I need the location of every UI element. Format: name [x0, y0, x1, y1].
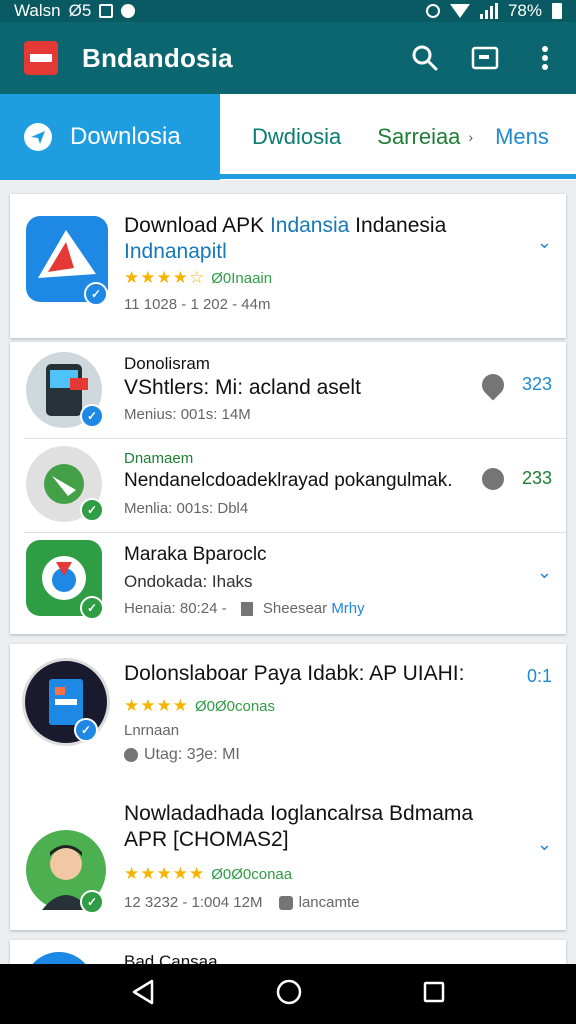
app-list-card: ✓ Donolisram VShtlers: Mi: acland aselt … [10, 342, 566, 634]
meta-text: Utag: 3Ȝe: MI [144, 746, 240, 763]
rating-text: Ø0Ø0conaa [211, 866, 293, 883]
rating-stars: ★★★★ Ø0Ø0conas [124, 696, 275, 716]
app-title: VShtlers: Mi: acland aselt [124, 376, 361, 399]
download-count: 233 [521, 468, 552, 488]
app-bar: Bndandosia [0, 22, 576, 94]
back-icon[interactable] [130, 978, 156, 1011]
file-icon [240, 602, 253, 617]
pin-icon [477, 369, 509, 401]
app-meta: 12 3232 - 1:004 12M lancamte [124, 894, 359, 911]
rating-stars: ★★★★★ Ø0Ø0conaa [124, 864, 292, 884]
location-icon [278, 896, 293, 911]
rating-text: Ø0Inaain [211, 270, 273, 287]
carrier-label: Walsn [14, 1, 61, 20]
tab-bar: Downlosia Dwdiosia Sarreiaa › Mens [0, 94, 576, 180]
battery-label: 78% [507, 1, 542, 20]
meta-link[interactable]: Mrhy [331, 600, 364, 617]
subtitle-text: Ondokada: Ihaks [124, 572, 253, 591]
count-value: 0:1 [526, 666, 552, 686]
tab-second[interactable]: Dwdiosia [252, 94, 341, 180]
rating-text: Ø0Ø0conas [194, 698, 276, 715]
verified-icon: ✓ [80, 890, 104, 914]
meta-text: lancamte [298, 894, 360, 911]
lock-icon [482, 468, 504, 490]
app-category: Donolisram [124, 354, 210, 373]
title-highlight: Indansia [269, 214, 350, 237]
app-meta: Menlia: 001s: Dbl4 [124, 500, 249, 517]
meta-text: 12 3232 - 1:004 12M [124, 894, 263, 911]
chevron-down-icon[interactable]: ⌄ [537, 834, 552, 855]
stars-glyphs: ★★★★ [124, 696, 189, 715]
wifi-icon [449, 4, 470, 18]
app-title: Dolonslaboar Paya Idabk: AP UIAHI: [124, 662, 465, 685]
title-part: Indanesia [349, 214, 447, 237]
stars-glyphs: ★★★★☆ [124, 268, 206, 287]
app-list-card: ✓ Dolonslaboar Paya Idabk: AP UIAHI: ★★★… [10, 644, 566, 930]
rating-stars: ★★★★☆ Ø0Inaain [124, 268, 272, 288]
app-meta: Menius: 001s: 14M [124, 406, 251, 423]
list-item[interactable]: ✓ Dolonslaboar Paya Idabk: AP UIAHI: ★★★… [10, 644, 566, 786]
tab-label: Mens [495, 124, 549, 149]
status-extra: Ø5 [68, 1, 92, 20]
meta-text: Sheesear [262, 600, 328, 617]
download-count: 323 [521, 374, 552, 394]
app-title: Maraka Bparoclc [124, 544, 267, 565]
app-title: Download APK Indansia Indanesia [124, 214, 446, 238]
app-category: Dnamaem [124, 450, 194, 467]
list-item[interactable]: ✓ Dnamaem Nendanelcdoadeklrayad pokangul… [10, 438, 566, 532]
list-item[interactable]: ✓ Donolisram VShtlers: Mi: acland aselt … [10, 342, 566, 438]
verified-icon: ✓ [80, 404, 104, 428]
tab-third[interactable]: Sarreiaa › [377, 94, 473, 180]
more-vert-icon[interactable] [530, 43, 560, 73]
home-icon[interactable] [275, 978, 303, 1011]
featured-app-card[interactable]: ✓ Download APK Indansia Indanesia Indnan… [10, 194, 566, 338]
list-item[interactable]: ✓ Maraka Bparoclc Ondokada: Ihaks Henaia… [10, 532, 566, 634]
search-icon[interactable] [410, 43, 440, 73]
chevron-down-icon[interactable]: ⌄ [537, 232, 552, 253]
signal-icon [479, 3, 498, 19]
verified-icon: ✓ [80, 596, 104, 620]
plane-icon [24, 123, 52, 151]
app-title: Nowladadhada Ioglancalrsa Bdmama [124, 802, 474, 825]
app-subtitle: Indnanapitl [124, 240, 227, 263]
tab-fourth[interactable]: Mens [495, 94, 549, 180]
app-title-line2: APR [CHOMAS2] [124, 828, 289, 851]
recents-icon[interactable] [422, 980, 446, 1009]
chevron-down-icon[interactable]: ⌄ [537, 562, 552, 583]
stars-glyphs: ★★★★★ [124, 864, 206, 883]
app-title: Bndandosia [82, 42, 233, 73]
alarm-icon [425, 4, 440, 18]
status-bar: Walsn Ø5 78% [0, 0, 576, 22]
tab-label: Sarreiaa [377, 124, 461, 149]
tab-downloads[interactable]: Downlosia [0, 94, 220, 180]
verified-icon: ✓ [84, 282, 108, 306]
notification-icon [121, 4, 136, 18]
heart-icon [124, 747, 138, 762]
cast-icon[interactable] [470, 43, 500, 73]
meta-text: Henaia: 80:24 - [124, 600, 227, 617]
app-meta: 11 1028 - 1 202 - 44m [124, 296, 271, 313]
chevron-right-icon: › [468, 129, 474, 145]
app-sub: Lnrnaan [124, 722, 180, 739]
tab-label: Downlosia [70, 123, 181, 150]
tab-indicator [220, 174, 576, 179]
app-logo-icon [24, 41, 58, 75]
battery-icon [552, 3, 562, 19]
verified-icon: ✓ [80, 498, 104, 522]
app-meta: Utag: 3Ȝe: MI [124, 746, 240, 764]
app-subtitle: Ondokada: Ihaks [124, 572, 253, 592]
title-part: Download APK [124, 214, 270, 237]
nav-bar [0, 964, 576, 1024]
app-meta: Henaia: 80:24 - Sheesear Mrhy [124, 600, 365, 617]
verified-icon: ✓ [74, 718, 98, 742]
app-title: Nendanelcdoadeklrayad pokangulmak. [124, 470, 453, 491]
list-item[interactable]: ✓ Nowladadhada Ioglancalrsa Bdmama APR [… [10, 786, 566, 930]
tab-label: Dwdiosia [252, 124, 342, 149]
gallery-icon [99, 4, 114, 18]
